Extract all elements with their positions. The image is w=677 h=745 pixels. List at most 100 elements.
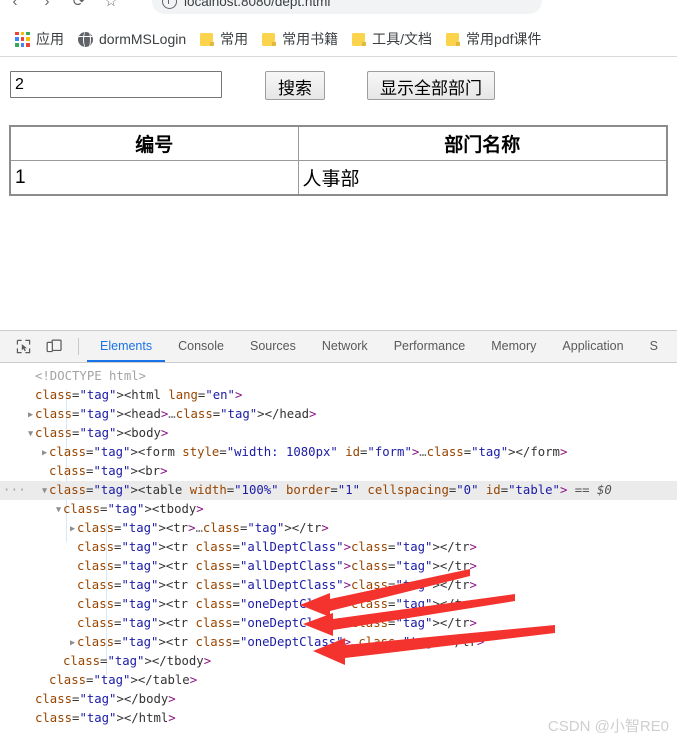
- dom-line[interactable]: ▶ class="tag"><head>…class="tag"></head>: [0, 405, 677, 424]
- show-all-departments-button[interactable]: 显示全部部门: [367, 71, 495, 100]
- disclosure-triangle-icon[interactable]: ▶: [68, 520, 77, 539]
- forward-arrow-icon[interactable]: ›: [32, 0, 62, 16]
- bookmark-label: 常用pdf课件: [466, 31, 542, 47]
- folder-icon: [200, 32, 215, 47]
- table-row: 1 人事部: [9, 160, 668, 196]
- bookmark-label: 常用: [220, 31, 249, 47]
- inspect-element-icon[interactable]: [10, 335, 36, 359]
- bookmark-apps[interactable]: 应用: [8, 27, 71, 51]
- device-toolbar-glyph: [46, 339, 62, 353]
- folder-icon: [446, 32, 461, 47]
- column-header-name: 部门名称: [297, 125, 668, 161]
- department-table: 编号 部门名称 1 人事部: [9, 125, 668, 196]
- tab-elements[interactable]: Elements: [87, 331, 165, 362]
- back-arrow-icon[interactable]: ‹: [0, 0, 30, 16]
- dom-line[interactable]: ▶ class="tag"><tr class="oneDeptClass">…c…: [0, 633, 677, 652]
- devtools-panel: Elements Console Sources Network Perform…: [0, 330, 677, 745]
- disclosure-triangle-icon[interactable]: ▶: [68, 634, 77, 653]
- bookmark-label: dormMSLogin: [99, 31, 187, 47]
- tab-sources[interactable]: Sources: [237, 331, 309, 362]
- bookmark-folder-gongjuwendang[interactable]: 工具/文档: [345, 27, 439, 51]
- dom-line[interactable]: ▶ class="tag"><form style="width: 1080px"…: [0, 443, 677, 462]
- dom-lines-container: <!DOCTYPE html> class="tag"><html lang="…: [0, 367, 677, 728]
- bookmark-folder-changyongshuji[interactable]: 常用书籍: [255, 27, 345, 51]
- address-bar[interactable]: localhost:8080/dept.html: [152, 0, 542, 14]
- page-viewport: 搜索 显示全部部门 编号 部门名称 1 人事部: [0, 57, 677, 322]
- tab-console[interactable]: Console: [165, 331, 237, 362]
- devtools-tabs: Elements Console Sources Network Perform…: [87, 331, 671, 362]
- tab-application[interactable]: Application: [549, 331, 636, 362]
- csdn-watermark: CSDN @小智RE0: [547, 718, 669, 735]
- dom-line[interactable]: class="tag"><tr class="allDeptClass">cla…: [0, 557, 677, 576]
- bookmarks-bar: 应用 dormMSLogin 常用 常用书籍 工具/文档 常用pdf课件: [0, 22, 677, 56]
- disclosure-triangle-icon[interactable]: ▶: [26, 406, 35, 425]
- toolbar-divider: [78, 338, 79, 355]
- tab-performance[interactable]: Performance: [381, 331, 479, 362]
- disclosure-triangle-icon[interactable]: ▶: [40, 444, 49, 463]
- dom-line[interactable]: class="tag"></tbody>: [0, 652, 677, 671]
- search-button[interactable]: 搜索: [265, 71, 325, 100]
- url-text: localhost:8080/dept.html: [184, 0, 331, 9]
- folder-icon: [352, 32, 367, 47]
- bookmark-label: 应用: [36, 31, 64, 47]
- dom-line[interactable]: ▶ class="tag"><tr>…class="tag"></tr>: [0, 519, 677, 538]
- browser-chrome: ‹ › ⟳ ☆ localhost:8080/dept.html 应用 dorm…: [0, 0, 677, 60]
- dom-line[interactable]: ▼ class="tag"><body>: [0, 424, 677, 443]
- dom-line[interactable]: class="tag"><br>: [0, 462, 677, 481]
- bookmark-star-icon[interactable]: ☆: [96, 0, 126, 16]
- device-toolbar-icon[interactable]: [41, 335, 67, 359]
- dom-line[interactable]: class="tag"><tr class="allDeptClass">cla…: [0, 538, 677, 557]
- bookmark-label: 常用书籍: [282, 31, 339, 47]
- dom-line[interactable]: ▼ class="tag"><tbody>: [0, 500, 677, 519]
- bookmark-folder-pdfkejian[interactable]: 常用pdf课件: [439, 27, 548, 51]
- column-header-id: 编号: [9, 125, 299, 161]
- disclosure-triangle-icon[interactable]: ▼: [26, 425, 35, 444]
- dom-line[interactable]: class="tag"><tr class="allDeptClass">cla…: [0, 576, 677, 595]
- dom-line[interactable]: class="tag"><tr class="oneDeptClass">cla…: [0, 595, 677, 614]
- devtools-tool-icons: [0, 335, 87, 359]
- dom-line[interactable]: class="tag"></table>: [0, 671, 677, 690]
- search-input[interactable]: [10, 71, 222, 98]
- bookmark-label: 工具/文档: [372, 31, 433, 47]
- dom-line[interactable]: class="tag"><tr class="oneDeptClass">cla…: [0, 614, 677, 633]
- dom-line[interactable]: ··· ▼ class="tag"><table width="100%" bord…: [0, 481, 677, 500]
- bookmark-dormmslogin[interactable]: dormMSLogin: [71, 27, 193, 51]
- cell-name: 人事部: [297, 160, 668, 196]
- cell-id: 1: [9, 160, 299, 196]
- dom-more-icon[interactable]: ···: [3, 481, 26, 500]
- dom-line[interactable]: class="tag"><html lang="en">: [0, 386, 677, 405]
- inspect-element-glyph: [16, 339, 30, 354]
- info-circle-icon: [162, 0, 177, 9]
- dom-line[interactable]: class="tag"></body>: [0, 690, 677, 709]
- apps-grid-icon: [15, 31, 30, 47]
- department-search-form: 搜索 显示全部部门: [0, 57, 677, 112]
- tab-network[interactable]: Network: [309, 331, 381, 362]
- bookmark-folder-changyong[interactable]: 常用: [193, 27, 255, 51]
- navigation-buttons: ‹ › ⟳ ☆: [0, 0, 126, 16]
- table-body: 编号 部门名称 1 人事部: [9, 125, 668, 196]
- omnibox-strip: ‹ › ⟳ ☆ localhost:8080/dept.html: [0, 0, 677, 16]
- devtools-toolbar: Elements Console Sources Network Perform…: [0, 331, 677, 363]
- dom-line[interactable]: <!DOCTYPE html>: [0, 367, 677, 386]
- tab-security[interactable]: S: [637, 331, 671, 362]
- folder-icon: [262, 32, 277, 47]
- table-header-row: 编号 部门名称: [9, 125, 668, 161]
- dom-tree-view[interactable]: <!DOCTYPE html> class="tag"><html lang="…: [0, 363, 677, 745]
- reload-icon[interactable]: ⟳: [64, 0, 94, 16]
- disclosure-triangle-icon[interactable]: ▼: [54, 501, 63, 520]
- tab-memory[interactable]: Memory: [478, 331, 549, 362]
- disclosure-triangle-icon[interactable]: ▼: [40, 482, 49, 501]
- globe-icon: [78, 31, 93, 47]
